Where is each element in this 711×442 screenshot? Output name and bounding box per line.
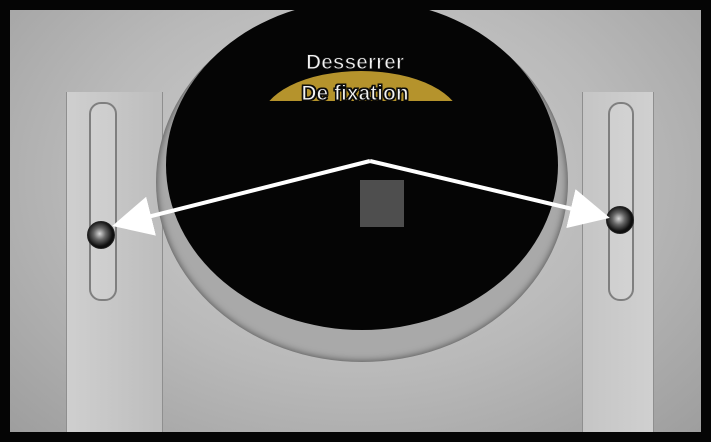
arrow-right-icon [369,159,610,229]
arrow-left-icon [112,159,371,236]
mounting-plate-photo: Desserrer De fixation [0,0,711,442]
annotation-arrows [112,159,610,236]
